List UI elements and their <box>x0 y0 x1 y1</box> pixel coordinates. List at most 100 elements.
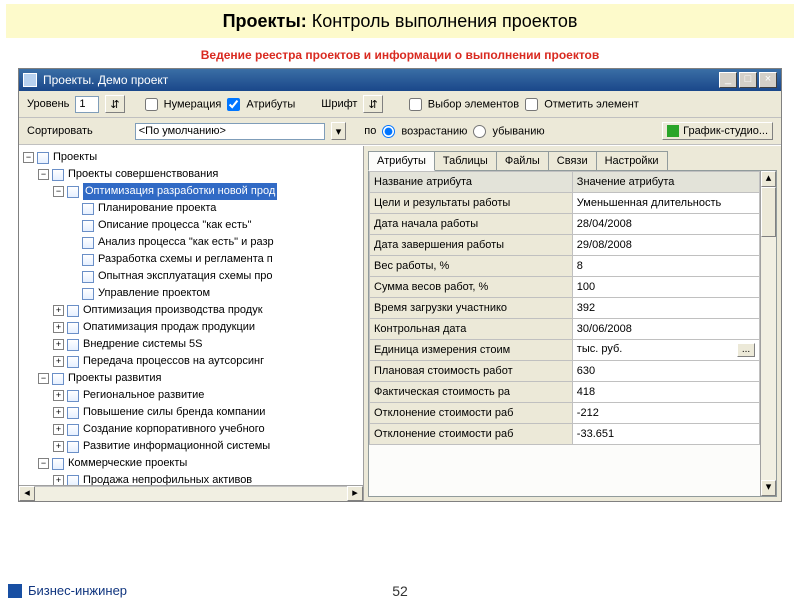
scroll-right-icon[interactable]: ▸ <box>347 486 363 501</box>
attr-row[interactable]: Вес работы, %8 <box>370 256 760 277</box>
sort-desc-radio[interactable]: убыванию <box>473 125 544 138</box>
tree-node[interactable]: + Развитие информационной системы <box>23 438 363 455</box>
tab-4[interactable]: Настройки <box>596 151 668 171</box>
tree-node[interactable]: −Проекты совершенствования <box>23 166 363 183</box>
scroll-left-icon[interactable]: ◂ <box>19 486 35 501</box>
page-subtitle: Ведение реестра проектов и информации о … <box>0 48 800 62</box>
attr-value[interactable]: 29/08/2008 <box>572 235 759 256</box>
attr-row[interactable]: Отклонение стоимости раб-212 <box>370 403 760 424</box>
tree-label: Планирование проекта <box>98 200 216 217</box>
attr-name: Дата начала работы <box>370 214 573 235</box>
scroll-down-icon[interactable]: ▾ <box>761 480 776 496</box>
attr-value[interactable]: 8 <box>572 256 759 277</box>
attr-value[interactable]: -212 <box>572 403 759 424</box>
close-button[interactable]: × <box>759 72 777 88</box>
attr-row[interactable]: Время загрузки участнико392 <box>370 298 760 319</box>
maximize-button[interactable]: □ <box>739 72 757 88</box>
tree-node[interactable]: Анализ процесса "как есть" и разр <box>23 234 363 251</box>
attr-row[interactable]: Фактическая стоимость ра418 <box>370 382 760 403</box>
expand-icon[interactable]: + <box>53 441 64 452</box>
expand-icon[interactable]: + <box>53 322 64 333</box>
attr-value[interactable]: 28/04/2008 <box>572 214 759 235</box>
level-input[interactable]: 1 <box>75 96 99 113</box>
tab-1[interactable]: Таблицы <box>434 151 497 171</box>
attr-value[interactable]: 30/06/2008 <box>572 319 759 340</box>
numbering-checkbox[interactable]: Нумерация <box>145 98 222 111</box>
font-stepper[interactable]: ⇵ <box>363 95 382 113</box>
attr-value[interactable]: 630 <box>572 361 759 382</box>
expand-icon[interactable]: + <box>53 339 64 350</box>
tree-node[interactable]: − Коммерческие проекты <box>23 455 363 472</box>
app-icon <box>23 73 37 87</box>
ellipsis-button[interactable]: ... <box>737 343 755 357</box>
minimize-button[interactable]: _ <box>719 72 737 88</box>
tree-label: Разработка схемы и регламента п <box>98 251 273 268</box>
window-title: Проекты. Демо проект <box>43 73 719 87</box>
attr-value[interactable]: тыс. руб.... <box>572 340 759 361</box>
sort-label: Сортировать <box>27 125 93 137</box>
attr-row[interactable]: Сумма весов работ, %100 <box>370 277 760 298</box>
tab-0[interactable]: Атрибуты <box>368 151 435 171</box>
attr-row[interactable]: Дата начала работы28/04/2008 <box>370 214 760 235</box>
tree-label: Коммерческие проекты <box>68 455 187 472</box>
sort-combo[interactable]: <По умолчанию> <box>135 123 325 140</box>
attributes-checkbox[interactable]: Атрибуты <box>227 98 295 111</box>
collapse-icon[interactable]: − <box>53 186 64 197</box>
expand-icon[interactable]: + <box>53 305 64 316</box>
tree-node[interactable]: +Передача процессов на аутсорсинг <box>23 353 363 370</box>
tree-node[interactable]: +Региональное развитие <box>23 387 363 404</box>
collapse-icon[interactable]: − <box>23 152 34 163</box>
select-elements-checkbox[interactable]: Выбор элементов <box>409 98 519 111</box>
attr-value[interactable]: -33.651 <box>572 424 759 445</box>
attr-row[interactable]: Плановая стоимость работ630 <box>370 361 760 382</box>
collapse-icon[interactable]: − <box>38 169 49 180</box>
attr-row[interactable]: Контрольная дата30/06/2008 <box>370 319 760 340</box>
sort-dropdown-button[interactable]: ▾ <box>331 122 347 140</box>
tree-node[interactable]: Опытная эксплуатация схемы про <box>23 268 363 285</box>
tab-2[interactable]: Файлы <box>496 151 549 171</box>
attr-header-value: Значение атрибута <box>572 172 759 193</box>
attr-value[interactable]: 418 <box>572 382 759 403</box>
tree-node[interactable]: Описание процесса "как есть" <box>23 217 363 234</box>
tree-node[interactable]: −Оптимизация разработки новой прод <box>23 183 363 200</box>
attr-row[interactable]: Единица измерения стоимтыс. руб.... <box>370 340 760 361</box>
expand-icon[interactable]: + <box>53 390 64 401</box>
tab-3[interactable]: Связи <box>548 151 597 171</box>
scroll-up-icon[interactable]: ▴ <box>761 171 776 187</box>
attr-value[interactable]: 100 <box>572 277 759 298</box>
tree-node[interactable]: +Повышение силы бренда компании <box>23 404 363 421</box>
tree-node[interactable]: +Опатимизация продаж продукции <box>23 319 363 336</box>
collapse-icon[interactable]: − <box>38 458 49 469</box>
sort-asc-radio[interactable]: возрастанию <box>382 125 467 138</box>
attr-name: Цели и результаты работы <box>370 193 573 214</box>
tree-node[interactable]: Управление проектом <box>23 285 363 302</box>
graphic-studio-button[interactable]: График-студио... <box>662 122 773 140</box>
scroll-thumb[interactable] <box>761 187 776 237</box>
level-stepper[interactable]: ⇵ <box>105 95 124 113</box>
attr-row[interactable]: Отклонение стоимости раб-33.651 <box>370 424 760 445</box>
collapse-icon[interactable]: − <box>38 373 49 384</box>
doc-icon <box>37 152 49 164</box>
attr-row[interactable]: Дата завершения работы29/08/2008 <box>370 235 760 256</box>
doc-icon <box>82 271 94 283</box>
attr-row[interactable]: Цели и результаты работыУменьшенная длит… <box>370 193 760 214</box>
tree-node[interactable]: −Проекты <box>23 149 363 166</box>
doc-icon <box>67 339 79 351</box>
attr-value[interactable]: 392 <box>572 298 759 319</box>
tree-node[interactable]: Разработка схемы и регламента п <box>23 251 363 268</box>
tree-node[interactable]: Планирование проекта <box>23 200 363 217</box>
mark-element-checkbox[interactable]: Отметить элемент <box>525 98 639 111</box>
tree-node[interactable]: +Создание корпоративного учебного <box>23 421 363 438</box>
expand-icon[interactable]: + <box>53 424 64 435</box>
tree-node[interactable]: +Внедрение системы 5S <box>23 336 363 353</box>
tree-h-scrollbar[interactable]: ◂ ▸ <box>19 485 363 501</box>
doc-icon <box>52 458 64 470</box>
expand-icon[interactable]: + <box>53 407 64 418</box>
tree-node[interactable]: −Проекты развития <box>23 370 363 387</box>
attr-value[interactable]: Уменьшенная длительность <box>572 193 759 214</box>
expand-icon[interactable]: + <box>53 356 64 367</box>
attr-name: Время загрузки участнико <box>370 298 573 319</box>
tree-node[interactable]: +Оптимизация производства продук <box>23 302 363 319</box>
attr-v-scrollbar[interactable]: ▴ ▾ <box>760 171 776 496</box>
tree-label: Развитие информационной системы <box>83 438 270 455</box>
